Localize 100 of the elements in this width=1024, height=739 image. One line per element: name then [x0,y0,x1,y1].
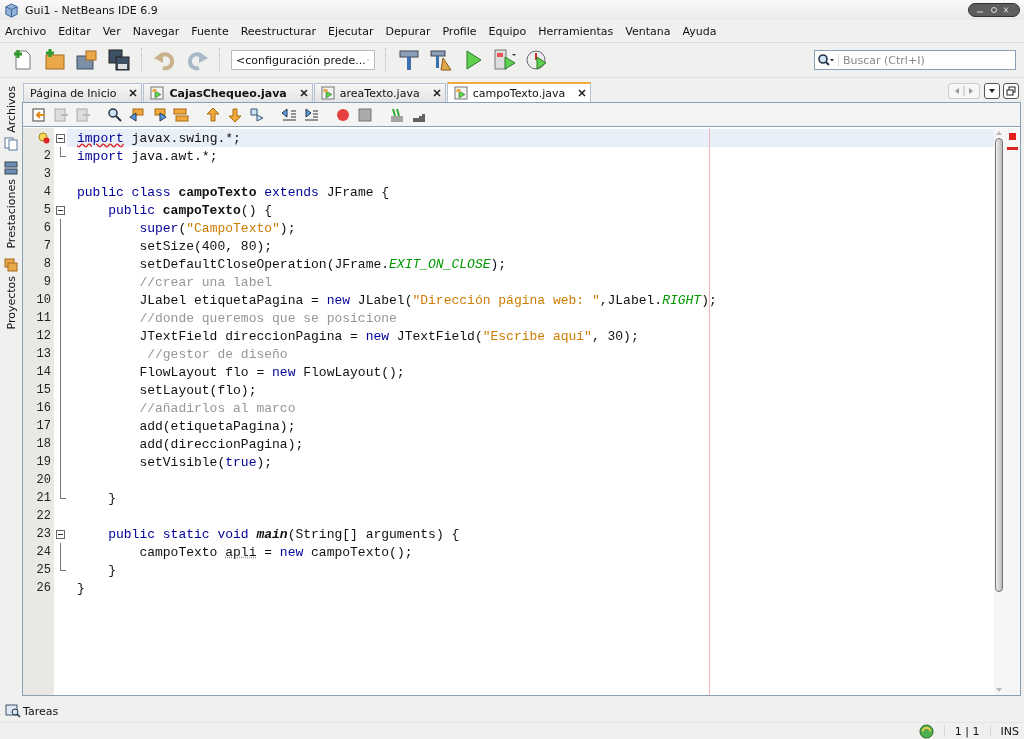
shift-right-icon[interactable] [303,106,319,123]
next-bookmark-icon[interactable] [227,106,243,123]
scrollbar-thumb[interactable] [995,138,1003,592]
save-all-icon[interactable] [107,48,131,72]
java-file-icon [453,86,468,100]
menu-item[interactable]: Equipo [488,24,527,38]
line-number: 6 [43,221,51,235]
code-line: setDefaultCloseOperation(JFrame.EXIT_ON_CLOSE); [138,256,507,272]
code-line: add(direccionPagina); [138,436,304,452]
files-icon[interactable] [4,136,18,151]
line-number: 7 [43,239,51,253]
line-number: 24 [36,545,51,559]
menu-item[interactable]: Fuente [191,24,229,38]
code-line: super("CampoTexto"); [138,220,296,236]
shift-left-icon[interactable] [281,106,297,123]
debug-icon[interactable] [493,48,517,72]
code-line: import javax.swing.*; [77,130,241,146]
caret-position: 1 | 1 [954,724,980,738]
close-icon[interactable] [578,89,587,97]
close-icon[interactable] [432,89,441,97]
menu-item[interactable]: Ejecutar [328,24,374,38]
update-icon[interactable] [918,723,934,739]
previous-bookmark-icon[interactable] [205,106,221,123]
menu-item[interactable]: Ver [102,24,121,38]
window-title: Gui1 - NetBeans IDE 6.9 [25,3,159,17]
line-number: 15 [36,383,51,397]
menu-item[interactable]: Archivo [5,24,47,38]
menu-item[interactable]: Depurar [385,24,431,38]
java-file-icon [320,86,335,100]
editor-tab[interactable]: Página de Inicio [23,83,143,102]
code-line: //añadirlos al marco [138,400,296,416]
line-number: 9 [43,275,51,289]
menu-item[interactable]: Ayuda [682,24,717,38]
line-number: 5 [43,203,51,217]
code-line: public class campoTexto extends JFrame { [77,184,390,200]
hammer-icon[interactable] [397,48,421,72]
search-input[interactable]: Buscar (Ctrl+I) [838,53,1013,67]
folders-icon[interactable] [4,258,18,273]
profile-icon[interactable] [525,48,549,72]
configuration-dropdown[interactable]: <configuración prede... [231,50,375,70]
server-icon[interactable] [4,160,18,175]
fold-collapse-icon[interactable] [56,205,65,215]
window-controls[interactable] [968,3,1020,17]
code-line: } [107,490,116,506]
code-line: } [107,562,116,578]
editor-tab[interactable]: campoTexto.java [446,82,592,102]
code-line: import java.awt.*; [77,148,218,164]
code-line: FlowLayout flo = new FlowLayout(); [138,364,405,380]
error-status-marker [1008,133,1016,140]
find-previous-icon[interactable] [129,106,145,123]
menu-item[interactable]: Navegar [132,24,180,38]
fold-collapse-icon[interactable] [56,529,65,539]
line-number: 23 [36,527,51,541]
line-number: 26 [36,581,51,595]
java-file-icon [150,86,165,100]
menu-item[interactable]: Herramientas [538,24,614,38]
line-number: 21 [36,491,51,505]
close-icon[interactable] [299,89,308,97]
menu-item[interactable]: Editar [58,24,91,38]
find-icon[interactable] [107,106,123,123]
menu-item[interactable]: Ventana [625,24,671,38]
side-tab[interactable]: Proyectos [4,276,18,330]
code-line: JTextField direccionPagina = new JTextField("Escribe aquí", 30); [138,328,639,344]
menu-item[interactable]: Profile [442,24,477,38]
toggle-bookmark-icon[interactable] [249,106,265,123]
line-number: 8 [43,257,51,271]
line-number: 12 [36,329,51,343]
insert-mode: INS [1000,724,1019,738]
line-number: 2 [43,149,51,163]
close-icon[interactable] [129,89,138,97]
side-tab[interactable]: Archivos [4,86,18,133]
error-hint-icon[interactable] [38,132,50,144]
back-to-source-icon[interactable] [31,106,47,123]
record-macro-icon[interactable] [335,106,351,123]
search-icon[interactable] [817,53,835,67]
editor-tab[interactable]: areaTexto.java [313,83,446,102]
menu-item[interactable]: Reestructurar [240,24,317,38]
highlight-icon[interactable] [173,106,189,123]
error-stripe-mark[interactable] [1006,147,1018,150]
open-folder-icon[interactable] [75,48,99,72]
fold-collapse-icon[interactable] [56,133,65,143]
line-number: 3 [43,167,51,181]
find-next-icon[interactable] [151,106,167,123]
search-field[interactable]: Buscar (Ctrl+I) [814,50,1016,70]
editor-tab[interactable]: CajasChequeo.java [143,83,313,102]
comment-icon[interactable] [389,106,405,123]
line-number: 4 [43,185,51,199]
code-line: //crear una label [138,274,273,290]
new-project-icon[interactable] [43,48,67,72]
line-number: 16 [36,401,51,415]
code-line: add(etiquetaPagina); [138,418,296,434]
code-line: //donde queremos que se posicione [138,310,397,326]
tasks-icon[interactable] [5,704,21,718]
output-tab[interactable]: Tareas [23,704,59,718]
line-number: 18 [36,437,51,451]
line-number: 22 [36,509,51,523]
stop-macro-icon[interactable] [357,106,373,123]
side-tab[interactable]: Prestaciones [4,178,18,249]
line-number: 20 [36,473,51,487]
hammer-broom-icon[interactable] [429,48,453,72]
